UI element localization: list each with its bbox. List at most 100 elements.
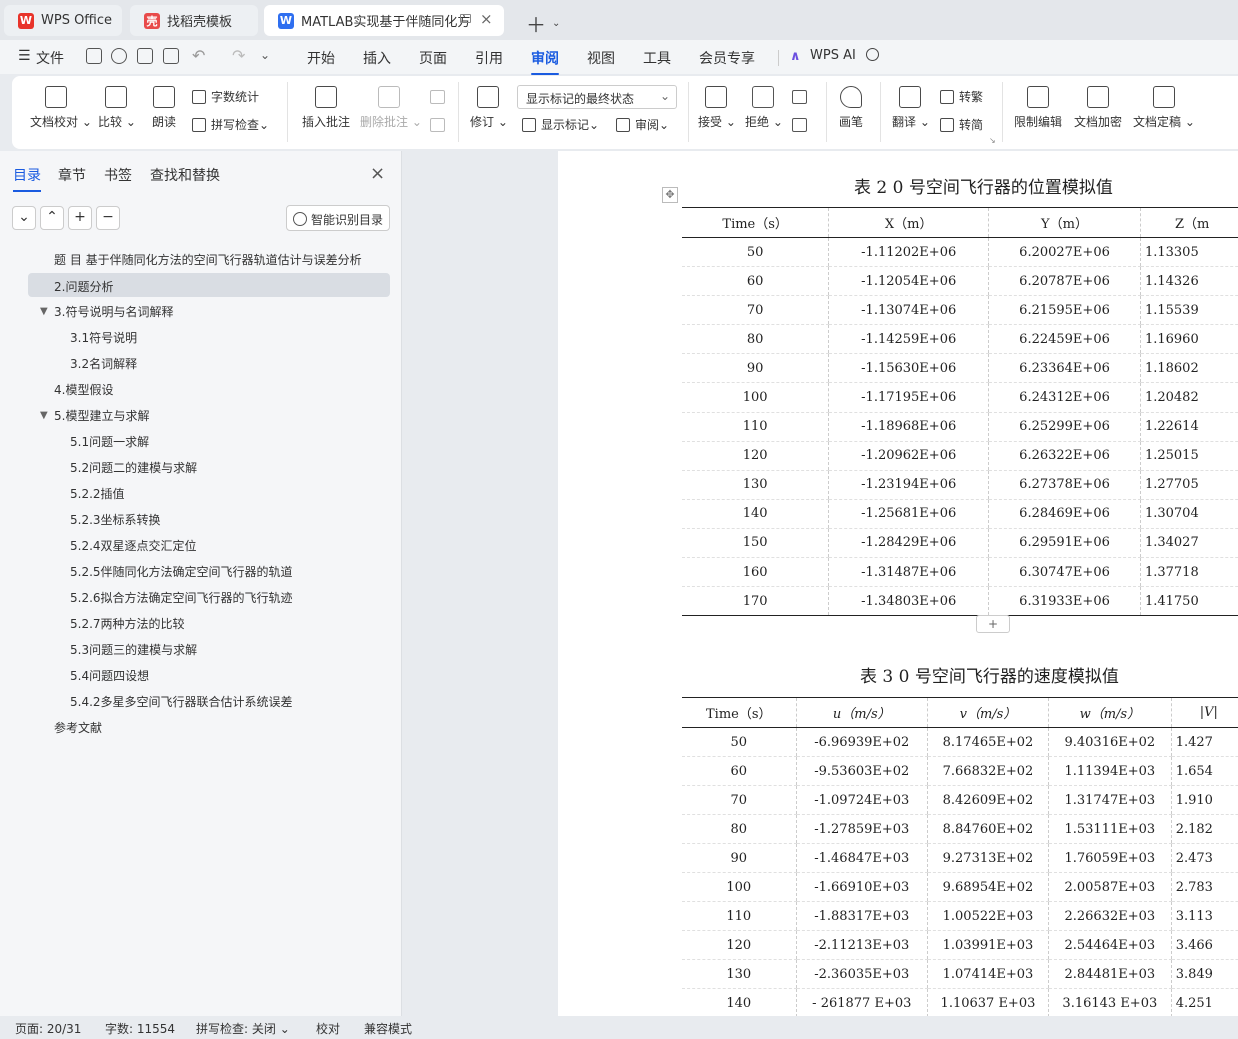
toc-item[interactable]: 5.2.4双星逐点交汇定位 xyxy=(70,537,197,554)
review-pane-button[interactable]: 审阅 ⌄ xyxy=(616,116,669,133)
word-count-status[interactable]: 字数: 11554 xyxy=(105,1020,175,1037)
tab-wps-office[interactable]: W WPS Office xyxy=(4,5,122,36)
toc-item[interactable]: 4.模型假设 xyxy=(54,381,113,398)
table-cell: 130 xyxy=(682,470,829,500)
toc-item[interactable]: 题 目 基于伴随同化方法的空间飞行器轨道估计与误差分析 xyxy=(54,251,362,268)
expand-down-button[interactable]: ⌄ xyxy=(12,206,36,230)
toc-item-selected[interactable]: 2.问题分析 xyxy=(28,273,390,297)
tab-label: WPS Office xyxy=(41,13,113,28)
toc-item[interactable]: 5.4问题四设想 xyxy=(70,667,149,684)
accept-button[interactable]: 接受 ⌄ xyxy=(698,86,736,130)
toc-item[interactable]: 5.4.2多星多空间飞行器联合估计系统误差 xyxy=(70,693,293,710)
document-page[interactable]: 表 2 0 号空间飞行器的位置模拟值 ✥ Time（s） X（m） Y（m） Z… xyxy=(558,151,1238,1016)
show-markup-button[interactable]: 显示标记 ⌄ xyxy=(522,116,599,133)
new-tab-button[interactable]: ＋ ⌄ xyxy=(512,8,560,39)
doc-proof-button[interactable]: 文档校对 ⌄ xyxy=(30,86,92,130)
add-row-button[interactable]: + xyxy=(976,615,1010,633)
close-tab-icon[interactable]: × xyxy=(480,10,493,28)
spell-check-status[interactable]: 拼写检查: 关闭 ⌄ xyxy=(196,1020,290,1037)
tab-find-replace[interactable]: 查找和替换 xyxy=(150,165,220,185)
close-icon[interactable]: × xyxy=(370,163,385,184)
menu-page[interactable]: 页面 xyxy=(419,48,447,68)
toc-item[interactable]: 参考文献 xyxy=(54,719,102,736)
menu-start[interactable]: 开始 xyxy=(307,48,335,68)
toc-item[interactable]: 3.2名词解释 xyxy=(70,355,137,372)
expand-triangle-icon[interactable]: ▼ xyxy=(40,306,48,317)
tab-current-document[interactable]: W MATLAB实现基于伴随同化方 × xyxy=(264,5,504,36)
toc-item[interactable]: 5.2.5伴随同化方法确定空间飞行器的轨道 xyxy=(70,563,293,580)
hamburger-icon[interactable]: ☰ xyxy=(18,48,31,64)
monitor-icon[interactable] xyxy=(460,14,471,23)
table-cell: 6.23364E+06 xyxy=(988,353,1141,384)
table-row: 140- 261877 E+03 1.10637 E+03 3.16143 E+03… xyxy=(682,988,1238,1016)
table-cell: -1.28429E+06 xyxy=(828,528,989,559)
expand-triangle-icon[interactable]: ▼ xyxy=(40,410,48,421)
translate-button[interactable]: 翻译 ⌄ xyxy=(892,86,930,130)
menu-tools[interactable]: 工具 xyxy=(643,48,671,68)
toc-item[interactable]: 5.1问题一求解 xyxy=(70,433,149,450)
tab-chapter[interactable]: 章节 xyxy=(58,165,86,185)
export-icon[interactable] xyxy=(111,48,127,64)
redo-icon[interactable]: ↷ xyxy=(232,46,245,65)
table-cell: 120 xyxy=(682,930,797,960)
menu-review[interactable]: 审阅 xyxy=(531,48,559,75)
toc-item[interactable]: 3.1符号说明 xyxy=(70,329,137,346)
collapse-up-button[interactable]: ⌃ xyxy=(40,206,64,230)
expand-group-icon[interactable]: ↘ xyxy=(989,136,996,145)
next-comment-icon[interactable] xyxy=(430,118,445,132)
proof-status[interactable]: 校对 xyxy=(316,1020,340,1037)
toc-item[interactable]: 5.3问题三的建模与求解 xyxy=(70,641,197,658)
tab-toc[interactable]: 目录 xyxy=(13,165,41,192)
toc-item[interactable]: 5.2.3坐标系转换 xyxy=(70,511,161,528)
menu-insert[interactable]: 插入 xyxy=(363,48,391,68)
word-count-button[interactable]: 字数统计 xyxy=(192,88,259,105)
table-cell: - 261877 E+03 xyxy=(795,988,928,1016)
prev-change-icon[interactable] xyxy=(792,90,807,104)
toc-item[interactable]: 5.2问题二的建模与求解 xyxy=(70,459,197,476)
to-traditional-button[interactable]: 转繁 xyxy=(940,88,983,105)
read-aloud-button[interactable]: 朗读 xyxy=(150,86,178,130)
menu-member[interactable]: 会员专享 xyxy=(699,48,755,68)
toc-item[interactable]: 5.2.6拟合方法确定空间飞行器的飞行轨迹 xyxy=(70,589,293,606)
pen-button[interactable]: 画笔 xyxy=(837,86,865,130)
toc-item[interactable]: 5.2.7两种方法的比较 xyxy=(70,615,185,632)
add-heading-button[interactable]: + xyxy=(68,206,92,230)
reject-button[interactable]: 拒绝 ⌄ xyxy=(745,86,783,130)
table-move-handle-icon[interactable]: ✥ xyxy=(662,187,678,203)
menu-file[interactable]: 文件 xyxy=(36,48,64,68)
table-cell: 1.20482 xyxy=(1139,382,1238,413)
prev-comment-icon[interactable] xyxy=(430,90,445,104)
track-changes-button[interactable]: 修订 ⌄ xyxy=(470,86,508,130)
menu-view[interactable]: 视图 xyxy=(587,48,615,68)
tab-bookmark[interactable]: 书签 xyxy=(104,165,132,185)
next-change-icon[interactable] xyxy=(792,118,807,132)
chevron-down-icon[interactable]: ⌄ xyxy=(260,48,270,62)
finalize-button[interactable]: 文档定稿 ⌄ xyxy=(1133,86,1195,130)
encrypt-button[interactable]: 文档加密 xyxy=(1072,86,1124,130)
markup-state-select[interactable]: 显示标记的最终状态 ⌄ xyxy=(517,85,677,109)
page-indicator[interactable]: 页面: 20/31 xyxy=(15,1020,81,1037)
compare-button[interactable]: 比较 ⌄ xyxy=(98,86,136,130)
print-icon[interactable] xyxy=(137,48,153,64)
smart-toc-button[interactable]: 智能识别目录 xyxy=(286,205,390,231)
spell-check-button[interactable]: 拼写检查 ⌄ xyxy=(192,116,269,133)
menu-wps-ai[interactable]: WPS AI xyxy=(810,48,856,63)
toc-item[interactable]: 3.符号说明与名词解释 xyxy=(54,303,173,320)
toc-item[interactable]: 5.模型建立与求解 xyxy=(54,407,149,424)
print-preview-icon[interactable] xyxy=(163,48,179,64)
search-icon[interactable] xyxy=(866,48,879,61)
tab-daoke-template[interactable]: 壳 找稻壳模板 xyxy=(130,5,258,36)
chevron-down-icon[interactable]: ⌄ xyxy=(552,18,560,29)
delete-comment-button[interactable]: 删除批注 ⌄ xyxy=(360,86,422,130)
menu-reference[interactable]: 引用 xyxy=(475,48,503,68)
velocity-table: Time（s） u（m/s） v（m/s） w（m/s） |V| 50 -6.96… xyxy=(682,697,1238,1016)
undo-icon[interactable]: ↶ xyxy=(192,46,205,65)
restrict-edit-button[interactable]: 限制编辑 xyxy=(1012,86,1064,130)
to-simplified-button[interactable]: 转简 xyxy=(940,116,983,133)
table-row: 120 -1.20962E+06 6.26322E+06 1.25015 xyxy=(682,441,1238,471)
insert-comment-button[interactable]: 插入批注 xyxy=(300,86,352,130)
remove-heading-button[interactable]: − xyxy=(96,206,120,230)
toc-item[interactable]: 5.2.2插值 xyxy=(70,485,125,502)
save-icon[interactable] xyxy=(86,48,102,64)
table-cell: 1.34027 xyxy=(1139,528,1238,559)
